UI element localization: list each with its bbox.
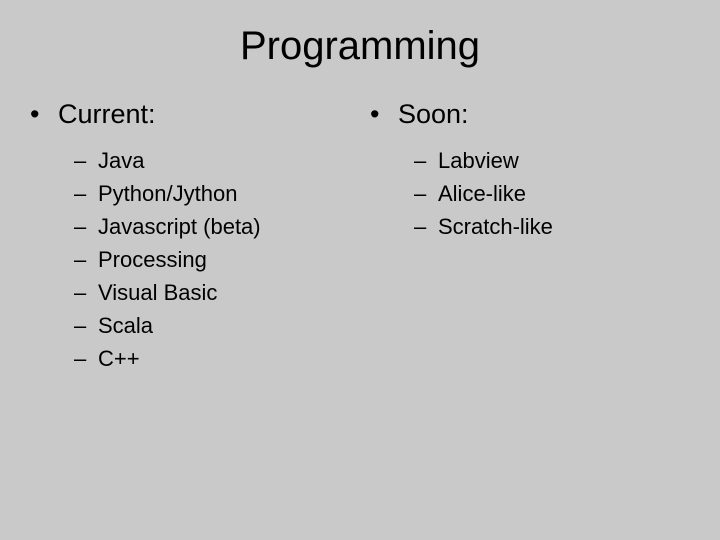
- list-item-label: Alice-like: [438, 177, 526, 210]
- list-item-label: Java: [98, 144, 144, 177]
- list-item: – Processing: [74, 243, 360, 276]
- list-item-label: Processing: [98, 243, 207, 276]
- list-item: – Visual Basic: [74, 276, 360, 309]
- slide-title: Programming: [0, 0, 720, 99]
- bullet-icon: •: [30, 99, 58, 130]
- dash-icon: –: [74, 144, 98, 177]
- dash-icon: –: [74, 342, 98, 375]
- right-heading-row: • Soon:: [370, 99, 700, 130]
- list-item-label: Scratch-like: [438, 210, 553, 243]
- list-item: – Alice-like: [414, 177, 700, 210]
- dash-icon: –: [74, 177, 98, 210]
- list-item: – Labview: [414, 144, 700, 177]
- left-column: • Current: – Java – Python/Jython – Java…: [20, 99, 360, 375]
- dash-icon: –: [74, 309, 98, 342]
- list-item-label: C++: [98, 342, 140, 375]
- left-sublist: – Java – Python/Jython – Javascript (bet…: [30, 144, 360, 375]
- right-column: • Soon: – Labview – Alice-like – Scratch…: [360, 99, 700, 375]
- content-columns: • Current: – Java – Python/Jython – Java…: [0, 99, 720, 375]
- list-item: – Scala: [74, 309, 360, 342]
- dash-icon: –: [74, 243, 98, 276]
- list-item: – Scratch-like: [414, 210, 700, 243]
- left-heading-row: • Current:: [30, 99, 360, 130]
- left-heading: Current:: [58, 99, 156, 130]
- slide: Programming • Current: – Java – Python/J…: [0, 0, 720, 540]
- dash-icon: –: [414, 210, 438, 243]
- right-sublist: – Labview – Alice-like – Scratch-like: [370, 144, 700, 243]
- list-item: – C++: [74, 342, 360, 375]
- dash-icon: –: [74, 210, 98, 243]
- list-item: – Python/Jython: [74, 177, 360, 210]
- list-item: – Java: [74, 144, 360, 177]
- dash-icon: –: [74, 276, 98, 309]
- list-item-label: Python/Jython: [98, 177, 237, 210]
- list-item: – Javascript (beta): [74, 210, 360, 243]
- right-heading: Soon:: [398, 99, 469, 130]
- bullet-icon: •: [370, 99, 398, 130]
- list-item-label: Visual Basic: [98, 276, 217, 309]
- dash-icon: –: [414, 177, 438, 210]
- dash-icon: –: [414, 144, 438, 177]
- list-item-label: Javascript (beta): [98, 210, 261, 243]
- list-item-label: Scala: [98, 309, 153, 342]
- list-item-label: Labview: [438, 144, 519, 177]
